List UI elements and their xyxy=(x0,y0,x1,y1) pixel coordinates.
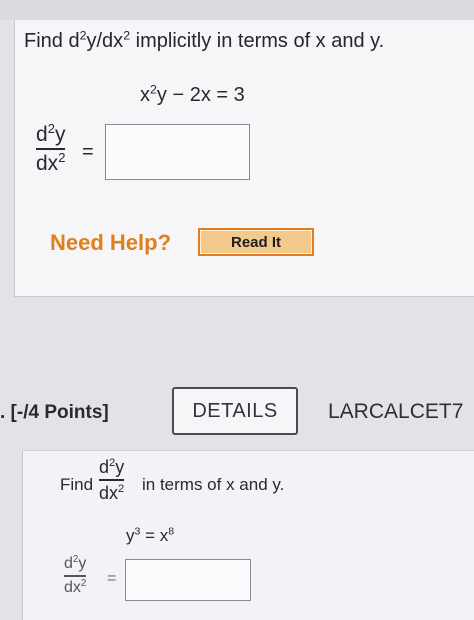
question-2-equation: y3 = x8 xyxy=(126,525,175,545)
question-2-points: . [-/4 Points] xyxy=(0,402,109,423)
question-2-answer-field[interactable] xyxy=(125,559,251,601)
equals-sign: = xyxy=(82,141,94,163)
fraction-numerator: d2y xyxy=(36,120,66,146)
question-2-find-label: Find xyxy=(60,475,94,494)
question-1-equation: x2y − 2x = 3 xyxy=(140,82,245,106)
fraction-denominator: dx2 xyxy=(99,482,125,503)
question-2-prompt-tail: in terms of x and y. xyxy=(142,475,285,494)
question-2-derivative-fraction: d2y dx2 xyxy=(64,553,87,596)
fraction-bar xyxy=(64,575,87,577)
read-it-button[interactable]: Read It xyxy=(198,228,314,256)
question-1-derivative-fraction: d2y dx2 xyxy=(36,120,66,175)
need-help-label: Need Help? xyxy=(50,230,172,255)
question-1-answer-field[interactable] xyxy=(105,124,250,180)
fraction-denominator: dx2 xyxy=(36,149,66,175)
equals-sign: = xyxy=(107,570,117,587)
read-it-label: Read It xyxy=(200,230,312,254)
fraction-bar xyxy=(99,479,125,481)
fraction-numerator: d2y xyxy=(64,553,87,572)
course-code: LARCALCET7 xyxy=(328,400,464,423)
fraction-denominator: dx2 xyxy=(64,577,87,596)
top-frame-edge xyxy=(0,0,474,20)
question-2-prompt-fraction: d2y dx2 xyxy=(99,457,125,503)
fraction-numerator: d2y xyxy=(99,457,125,477)
question-1-prompt: Find d2y/dx2 implicitly in terms of x an… xyxy=(24,28,385,52)
details-button[interactable]: DETAILS xyxy=(172,387,298,435)
